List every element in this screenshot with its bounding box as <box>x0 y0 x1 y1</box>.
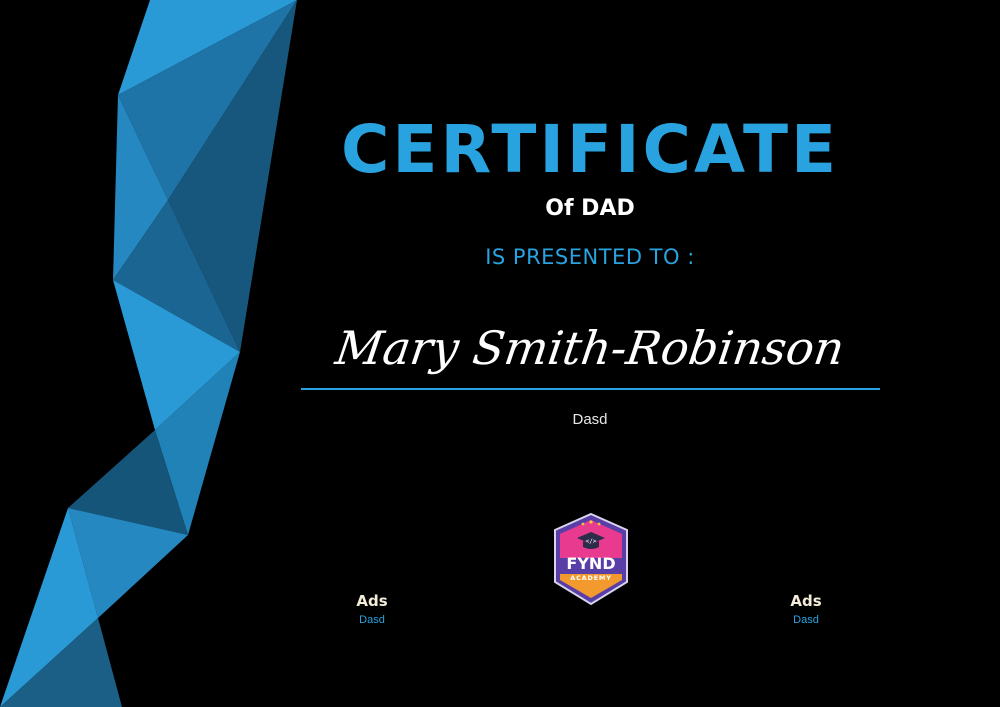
certificate-subtitle: Of DAD <box>545 196 635 221</box>
signature-right-role: Dasd <box>793 614 819 626</box>
presented-to-label: IS PRESENTED TO : <box>485 245 695 269</box>
recipient-name: Mary Smith-Robinson <box>332 321 848 375</box>
badge-academy-text: ACADEMY <box>570 574 611 582</box>
signature-right: Ads Dasd <box>746 592 866 626</box>
signature-right-name: Ads <box>790 592 822 610</box>
signature-left: Ads Dasd <box>312 592 432 626</box>
name-underline <box>301 388 880 390</box>
certificate-description: Dasd <box>572 411 608 428</box>
badge-fynd-text: FYND <box>566 554 615 573</box>
signature-left-name: Ads <box>356 592 388 610</box>
signature-left-role: Dasd <box>359 614 385 626</box>
fynd-academy-logo: </> FYND ACADEMY <box>554 512 628 606</box>
certificate-page: CERTIFICATE Of DAD IS PRESENTED TO : Mar… <box>0 0 1000 707</box>
certificate-title: CERTIFICATE <box>340 111 840 188</box>
svg-text:</>: </> <box>586 538 597 545</box>
